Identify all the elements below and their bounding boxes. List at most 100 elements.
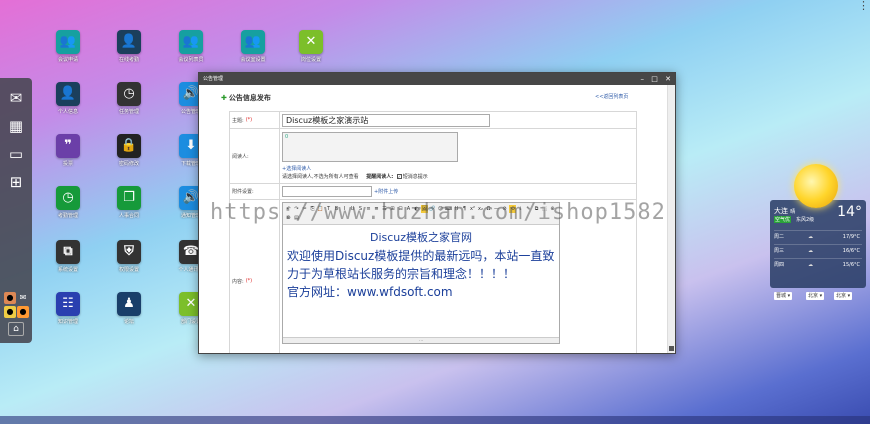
resize-corner-icon[interactable] [669,346,674,351]
editor-line-3: 力于为草根站长服务的宗旨和理念！！！！ [287,267,516,281]
desktop-app-label: 论坛 [123,319,134,325]
desktop-app-18[interactable]: ♟ 论坛 [108,292,150,326]
desktop-app-11[interactable]: ◷ 考勤管理 [47,186,89,220]
reader-textarea[interactable]: 0 [282,132,458,162]
desktop-app-12[interactable]: ❐ 人事合同 [108,186,150,220]
desktop-app-label: 岗位设置 [300,57,321,63]
editor-content[interactable]: Discuz模板之家官网 欢迎使用Discuz模板提供的最新远吗，本站一直致 力… [283,225,559,305]
desktop-app-label: 权限设置 [118,267,139,273]
desktop-app-9[interactable]: 🔒 密码修改 [108,134,150,168]
mail-icon[interactable]: ✉ [5,88,27,108]
attachment-label: 附件设置: [230,184,280,199]
cloud-icon: ☁ [808,248,813,254]
notice-form: 主题: (*) Discuz模板之家演示站 阅读人: 0 +选择阅读人 请选择阅读… [229,111,637,353]
cloud-icon: ☁ [808,234,813,240]
desktop-app-17[interactable]: ☷ 知识管理 [47,292,89,326]
desktop-app-label: 会议列表员 [178,57,204,63]
desktop-app-0[interactable]: 👥 会议申请 [47,30,89,64]
knowledge-icon: ☷ [56,292,80,316]
documents-icon: ❐ [117,186,141,210]
sms-remind-label: 短消息提示 [402,174,428,180]
theme-small-icon[interactable]: ● [4,306,16,318]
reader-label: 阅读人: [230,129,280,183]
add-app-icon[interactable]: ⊞ [5,172,27,192]
forecast-row: 周二 ☁ 17/9°C [774,230,862,242]
desktop-app-label: 知识管理 [57,319,78,325]
desktop-app-3[interactable]: 👥 会议室设置 [232,30,274,64]
desktop-app-label: 投票 [62,161,73,167]
content-label: 内容: [232,278,244,285]
desktop-app-8[interactable]: ❞ 投票 [47,134,89,168]
window-title: 公告管理 [203,76,224,82]
attachment-row: 附件设置: +附件上传 [230,184,636,200]
editor-line-1: Discuz模板之家官网 [369,231,473,244]
xbox-icon: ✕ [299,30,323,54]
people-icon: 👥 [241,30,265,54]
editor-line-4: 官方网址：www.wfdsoft.com [287,285,453,299]
official-url: www.wfdsoft.com [347,285,453,299]
desktop-app-label: 任务管理 [118,109,139,115]
window-scrollbar[interactable] [667,85,675,353]
sunny-icon [794,164,838,208]
desktop-app-label: 会议室设置 [240,57,266,63]
back-to-list-link[interactable]: <<返回列表页 [595,93,628,100]
desktop-app-label: 会议申请 [57,57,78,63]
maximize-icon[interactable]: □ [651,75,658,83]
desktop-app-label: 密码修改 [118,161,139,167]
forecast-row: 周四 ☁ 15/6°C [774,258,862,270]
user-icon: 👤 [117,30,141,54]
day-view-icon[interactable]: ▭ [5,144,27,164]
title-input[interactable]: Discuz模板之家演示站 [282,114,490,127]
desktop-app-label: 在线考勤 [118,57,139,63]
quote-icon: ❞ [56,134,80,158]
attachment-input[interactable] [282,186,372,197]
people-icon: 👥 [56,30,80,54]
editor-line-2: 欢迎使用Discuz模板提供的最新远吗，本站一直致 [287,249,555,263]
city-select[interactable]: 北京 ▾ [806,292,825,300]
window-title-bar[interactable]: 公告管理 – □ ✕ [199,73,675,85]
desktop-app-5[interactable]: 👤 个人信息 [47,82,89,116]
lock-icon: 🔒 [117,134,141,158]
remind-label: 提醒阅读人: [366,174,394,180]
close-icon[interactable]: ✕ [665,75,671,83]
attachment-upload-link[interactable]: +附件上传 [374,188,398,195]
desktop-app-label: 系统设置 [57,267,78,273]
settings-icon: ⧉ [56,240,80,264]
minimize-icon[interactable]: – [641,75,645,83]
air-quality-badge: 空气优 [774,216,792,223]
clock-icon: ◷ [117,82,141,106]
left-dock: ✉ ▦ ▭ ⊞ ● ✉ ● ● ⌂ [0,78,32,343]
reader-hint: 请选择阅读人,不选为所有人可查看 [282,174,359,180]
editor-resize-handle[interactable]: ⋯ [283,337,559,343]
settings-small-icon[interactable]: ● [17,306,29,318]
form-heading: ✚ 公告信息发布 [221,94,271,102]
current-temperature: 14° [837,204,862,220]
user-small-icon[interactable]: ● [4,292,16,304]
province-select[interactable]: 晋城 ▾ [774,292,793,300]
message-small-icon[interactable]: ✉ [17,292,29,304]
taskbar [0,416,870,424]
more-options-icon[interactable]: ⋮ [858,0,869,17]
sms-remind-checkbox[interactable]: ✓ [396,174,402,179]
forecast-row: 周三 ☁ 16/6°C [774,244,862,256]
desktop-app-2[interactable]: 👥 会议列表员 [170,30,212,64]
desktop-app-14[interactable]: ⧉ 系统设置 [47,240,89,274]
home-icon[interactable]: ⌂ [8,322,24,336]
weather-panel: 大连 晴 空气优 东风2级 14° 周二 ☁ 17/9°C 周三 ☁ 16/6°C 周四… [770,200,866,300]
clock-icon: ◷ [56,186,80,210]
desktop-app-6[interactable]: ◷ 任务管理 [108,82,150,116]
desktop-app-label: 个人信息 [57,109,78,115]
calendar-icon[interactable]: ▦ [5,116,27,136]
desktop-app-1[interactable]: 👤 在线考勤 [108,30,150,64]
select-reader-link[interactable]: +选择阅读人 [282,165,311,172]
user-icon: 👤 [56,82,80,106]
district-select[interactable]: 北京 ▾ [834,292,853,300]
weather-widget: 大连 晴 空气优 东风2级 14° 周二 ☁ 17/9°C 周三 ☁ 16/6°C 周四… [770,164,866,300]
forum-icon: ♟ [117,292,141,316]
desktop-app-15[interactable]: ⛨ 权限设置 [108,240,150,274]
people-icon: 👥 [179,30,203,54]
desktop-app-label: 考勤管理 [57,213,78,219]
title-row: 主题: (*) Discuz模板之家演示站 [230,112,636,129]
desktop-app-4[interactable]: ✕ 岗位设置 [290,30,332,64]
title-label: 主题: [232,117,244,124]
